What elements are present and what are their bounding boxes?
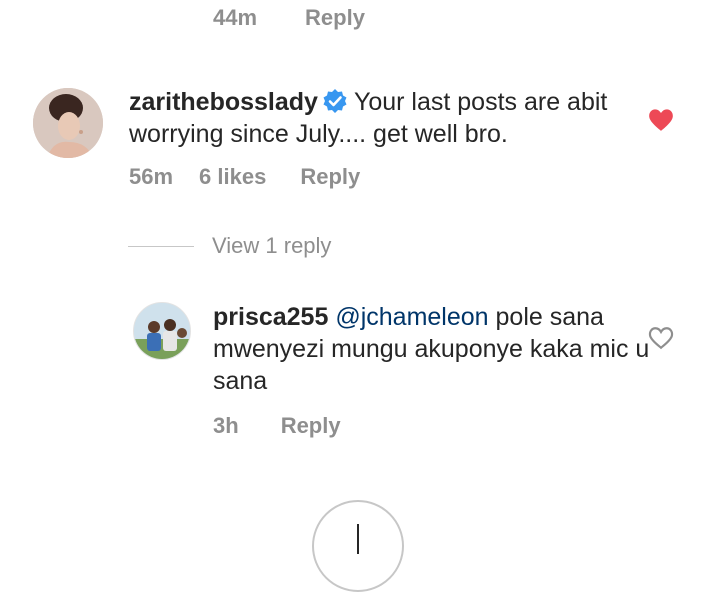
avatar-photo [33, 88, 103, 158]
divider-line [128, 245, 194, 247]
previous-comment-meta: 44m Reply [213, 2, 365, 34]
comment-time: 56m [129, 164, 174, 189]
mention-link[interactable]: @jchameleon [335, 303, 488, 331]
verified-badge-icon [323, 89, 347, 113]
plus-icon [357, 524, 359, 554]
reply-button[interactable]: Reply [300, 164, 360, 190]
heart-filled-icon[interactable] [648, 108, 674, 132]
reply-button[interactable]: Reply [281, 413, 341, 439]
avatar[interactable] [33, 88, 103, 158]
reply-time: 3h [213, 413, 239, 438]
load-more-comments-button[interactable] [312, 500, 404, 592]
comment-time: 44m [213, 5, 258, 30]
comment-item: zarithebosslady Your last posts are abit … [33, 85, 713, 205]
avatar[interactable] [133, 302, 191, 360]
reply-text-block: prisca255 @jchameleon pole sana mwenyezi… [213, 301, 663, 397]
heart-outline-icon[interactable] [648, 326, 674, 350]
view-replies-toggle[interactable]: View 1 reply [128, 230, 331, 262]
comment-username[interactable]: zarithebosslady [129, 88, 318, 116]
reply-button[interactable]: Reply [305, 5, 365, 31]
reply-meta: 3h Reply [213, 410, 341, 442]
view-replies-label[interactable]: View 1 reply [212, 233, 331, 259]
avatar-photo [134, 303, 190, 359]
comment-meta: 56m 6 likes Reply [129, 161, 360, 193]
reply-username[interactable]: prisca255 [213, 303, 328, 331]
reply-item: prisca255 @jchameleon pole sana mwenyezi… [133, 300, 713, 450]
comment-text-block: zarithebosslady Your last posts are abit … [129, 86, 629, 150]
likes-count[interactable]: 6 likes [199, 164, 266, 190]
